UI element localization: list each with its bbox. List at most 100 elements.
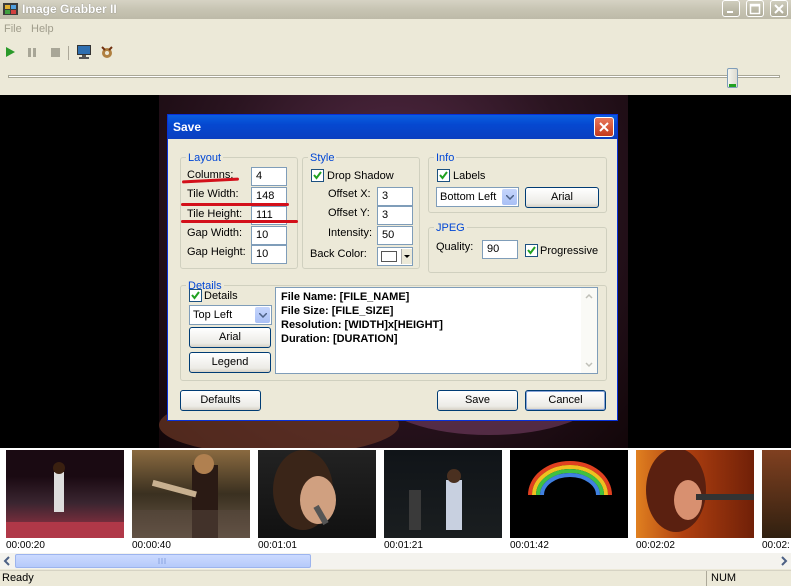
thumbnail[interactable] <box>132 450 250 538</box>
minimize-button[interactable] <box>722 0 740 17</box>
maximize-icon <box>749 3 761 15</box>
jpeg-group-label: JPEG <box>434 222 467 234</box>
thumbnail[interactable] <box>762 450 791 538</box>
app-icon <box>3 2 18 16</box>
template-line: File Name: [FILE_NAME] <box>281 291 410 303</box>
annotation-underline <box>181 220 298 223</box>
tile-height-label: Tile Height: <box>187 208 243 220</box>
scroll-left-icon[interactable] <box>0 553 14 569</box>
stop-icon[interactable] <box>47 44 63 60</box>
color-swatch <box>381 251 397 262</box>
quality-input[interactable]: 90 <box>482 240 518 259</box>
seek-slider-thumb[interactable] <box>727 68 738 88</box>
pause-icon[interactable] <box>24 44 40 60</box>
minimize-icon <box>727 11 733 13</box>
close-window-button[interactable] <box>770 0 788 17</box>
labels-checkbox[interactable] <box>437 169 450 182</box>
template-line: Duration: [DURATION] <box>281 333 398 345</box>
thumbnail[interactable] <box>6 450 124 538</box>
thumbnail-time: 00:00:40 <box>132 540 171 551</box>
close-icon <box>599 122 609 132</box>
status-text: Ready <box>2 572 34 584</box>
thumbnail[interactable] <box>636 448 754 538</box>
info-font-button[interactable]: Arial <box>525 187 599 208</box>
chevron-down-icon <box>502 189 517 205</box>
gap-height-input[interactable]: 10 <box>251 245 287 264</box>
template-line: File Size: [FILE_SIZE] <box>281 305 394 317</box>
scrollbar-thumb[interactable] <box>15 554 311 568</box>
layout-group-label: Layout <box>186 152 224 164</box>
intensity-input[interactable]: 50 <box>377 226 413 245</box>
thumbnail[interactable] <box>384 450 502 538</box>
num-lock-indicator: NUM <box>711 572 737 584</box>
back-color-label: Back Color: <box>310 248 367 260</box>
gap-height-label: Gap Height: <box>187 246 246 258</box>
gap-width-label: Gap Width: <box>187 227 243 239</box>
maximize-button[interactable] <box>746 0 764 17</box>
thumbnail-time: 00:02:02 <box>636 540 675 551</box>
thumbnail[interactable] <box>510 450 628 538</box>
drop-shadow-label: Drop Shadow <box>327 170 394 182</box>
intensity-label: Intensity: <box>328 227 373 239</box>
details-label: Details <box>204 290 238 302</box>
thumbnail-time: 00:00:20 <box>6 540 45 551</box>
close-icon <box>774 4 784 14</box>
legend-button[interactable]: Legend <box>189 352 271 373</box>
gap-width-input[interactable]: 10 <box>251 226 287 245</box>
settings-icon[interactable] <box>99 44 115 60</box>
label-position-value: Bottom Left <box>440 191 497 203</box>
seek-track[interactable] <box>8 75 780 78</box>
dialog-close-button[interactable] <box>594 117 614 137</box>
thumbnail[interactable] <box>258 450 376 538</box>
checkmark-icon <box>191 291 200 300</box>
checkmark-icon <box>439 171 448 180</box>
thumbnail-time: 00:01:21 <box>384 540 423 551</box>
thumbnail-time: 00:01:01 <box>258 540 297 551</box>
chevron-down-icon <box>401 249 412 264</box>
save-button[interactable]: Save <box>437 390 518 411</box>
menu-help[interactable]: Help <box>31 23 54 35</box>
thumbnail-scrollbar[interactable] <box>0 553 791 569</box>
thumbnail-time: 00:01:42 <box>510 540 549 551</box>
drop-shadow-checkbox[interactable] <box>311 169 324 182</box>
offset-y-label: Offset Y: <box>328 207 370 219</box>
status-divider <box>706 571 707 586</box>
back-color-picker[interactable] <box>377 247 413 266</box>
window-title: Image Grabber II <box>22 2 117 16</box>
checkmark-icon <box>313 171 322 180</box>
title-bar: Image Grabber II <box>0 0 791 19</box>
tile-width-label: Tile Width: <box>187 188 239 200</box>
progressive-label: Progressive <box>540 245 599 257</box>
toolbar-separator <box>68 46 69 60</box>
textarea-scrollbar[interactable] <box>581 288 597 373</box>
label-position-select[interactable]: Bottom Left <box>436 187 519 207</box>
details-template-textarea[interactable]: File Name: [FILE_NAME] File Size: [FILE_… <box>275 287 598 374</box>
play-icon[interactable] <box>2 44 18 60</box>
menu-file[interactable]: File <box>4 23 22 35</box>
quality-label: Quality: <box>436 241 474 253</box>
scroll-right-icon[interactable] <box>777 553 791 569</box>
status-bar: Ready NUM <box>0 570 791 586</box>
details-font-button[interactable]: Arial <box>189 327 271 348</box>
details-position-select[interactable]: Top Left <box>189 305 272 325</box>
offset-x-label: Offset X: <box>328 188 371 200</box>
template-line: Resolution: [WIDTH]x[HEIGHT] <box>281 319 443 331</box>
dialog-title: Save <box>173 120 202 134</box>
thumbnail-time: 00:02: <box>762 540 790 551</box>
chevron-down-icon <box>255 307 270 323</box>
toolbar <box>0 38 791 68</box>
progressive-checkbox[interactable] <box>525 244 538 257</box>
info-group-label: Info <box>434 152 457 164</box>
details-position-value: Top Left <box>193 309 233 321</box>
style-group-label: Style <box>308 152 337 164</box>
dialog-title-bar: Save <box>168 115 617 139</box>
details-checkbox[interactable] <box>189 289 202 302</box>
offset-y-input[interactable]: 3 <box>377 206 413 225</box>
offset-x-input[interactable]: 3 <box>377 187 413 206</box>
thumbnail-strip: 00:00:20 00:00:40 00:01:01 00:01:21 00:0… <box>0 448 791 554</box>
columns-input[interactable]: 4 <box>251 167 287 186</box>
checkmark-icon <box>527 246 536 255</box>
cancel-button[interactable]: Cancel <box>525 390 606 411</box>
monitor-icon[interactable] <box>76 44 92 60</box>
defaults-button[interactable]: Defaults <box>180 390 261 411</box>
